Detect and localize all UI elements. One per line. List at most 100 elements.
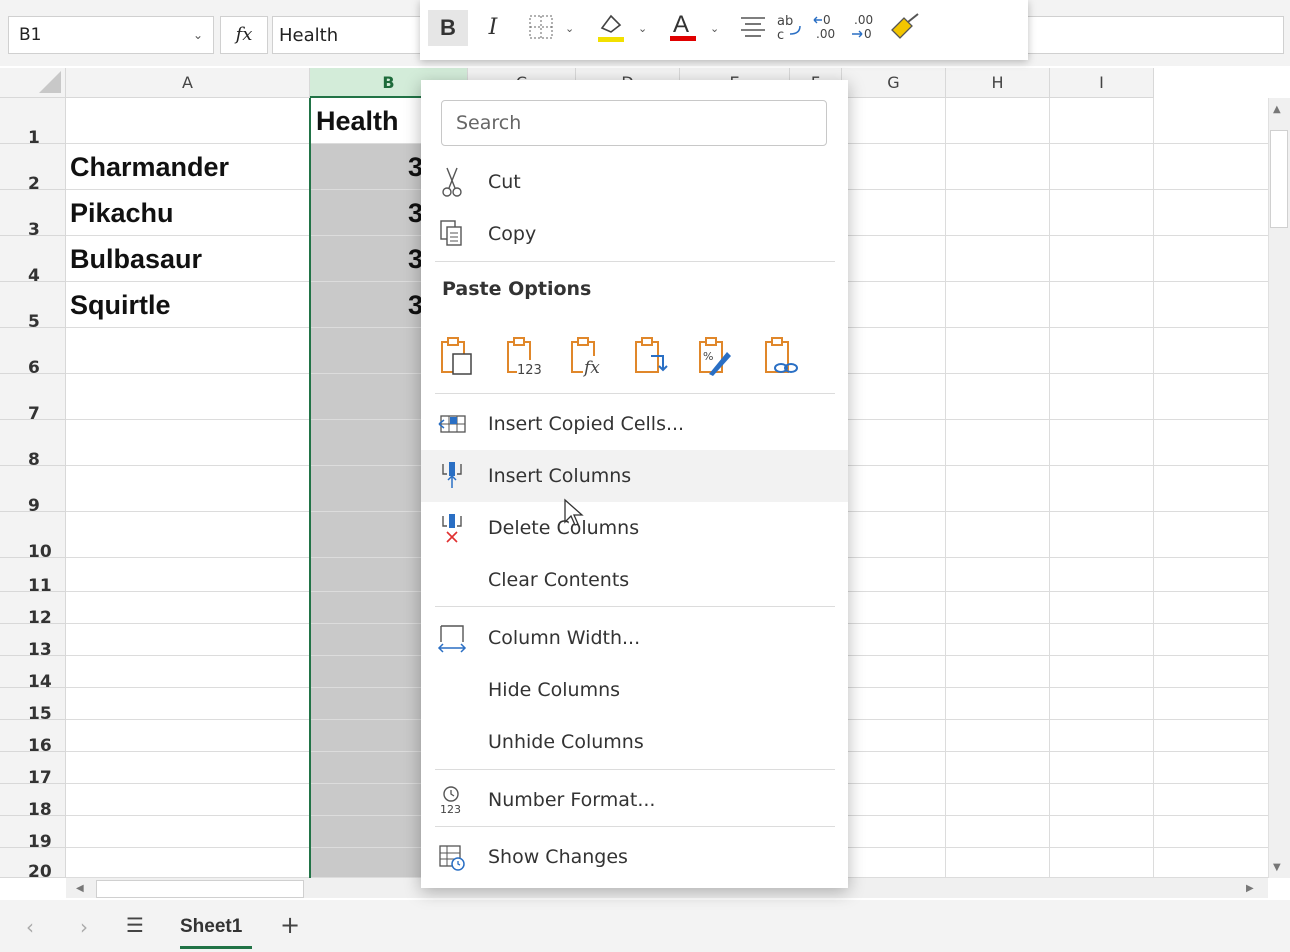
active-sheet-indicator [180,946,252,949]
row-header-17[interactable]: 17 [0,752,66,787]
menu-item-label: Hide Columns [488,679,621,701]
scroll-left-icon[interactable]: ◀ [76,883,84,894]
bold-button[interactable]: B [428,10,468,46]
column-gridline [1049,98,1050,878]
menu-item-unhide-columns[interactable]: Unhide Columns [421,716,848,768]
row-header-10[interactable]: 10 [0,512,66,561]
row-header-4[interactable]: 4 [0,236,66,285]
insert-columns-icon [442,462,462,488]
paste-values-icon[interactable]: 123 [505,336,541,378]
increase-decimal-icon[interactable]: .00 0 [850,12,880,42]
sheet-tab-sheet1[interactable]: Sheet1 [180,916,242,938]
menu-item-delete-columns[interactable]: Delete Columns [421,502,848,554]
paste-formatting-icon[interactable]: % [697,336,733,378]
menu-search-input[interactable]: Search [441,100,827,146]
menu-item-show-changes[interactable]: Show Changes [421,831,848,883]
menu-item-hide-columns[interactable]: Hide Columns [421,664,848,716]
menu-separator [435,769,835,770]
row-header-3[interactable]: 3 [0,190,66,239]
menu-item-insert-columns[interactable]: Insert Columns [421,450,848,502]
menu-item-label: Unhide Columns [488,731,644,753]
align-center-icon[interactable] [740,16,766,38]
menu-item-label: Cut [488,171,521,193]
name-box-value: B1 [19,25,42,45]
svg-text:ab: ab [777,14,793,29]
row-header-1[interactable]: 1 [0,98,66,147]
wrap-text-icon[interactable]: ab c [776,12,804,42]
fill-color-icon[interactable] [596,10,626,44]
cell-a3[interactable]: Pikachu [70,198,174,229]
menu-item-clear-contents[interactable]: Clear Contents [421,554,848,606]
italic-button[interactable]: I [478,10,508,46]
row-header-16[interactable]: 16 [0,720,66,755]
vertical-scroll-thumb[interactable] [1270,130,1288,228]
chevron-down-icon[interactable]: ⌄ [193,17,203,53]
cell-a2[interactable]: Charmander [70,152,229,183]
column-header-a[interactable]: A [66,68,310,98]
row-header-14[interactable]: 14 [0,656,66,691]
scissors-icon [442,167,462,197]
svg-text:.00: .00 [816,27,835,41]
menu-item-insert-copied-cells[interactable]: Insert Copied Cells... [421,398,848,450]
add-sheet-icon[interactable]: + [280,911,300,939]
decrease-decimal-icon[interactable]: 0 .00 [812,12,842,42]
menu-item-label: Insert Copied Cells... [488,413,685,435]
menu-item-column-width[interactable]: Column Width... [421,612,848,664]
column-header-h[interactable]: H [946,68,1050,98]
row-header-9[interactable]: 9 [0,466,66,515]
chevron-down-icon[interactable]: ⌄ [710,22,719,35]
row-header-2[interactable]: 2 [0,144,66,193]
mini-toolbar: B I ⌄ ⌄ A ⌄ ab c 0 .00 .00 0 [420,0,1028,60]
scroll-down-icon[interactable]: ▼ [1273,862,1281,873]
insert-function-button[interactable]: fx [220,16,268,54]
column-header-g[interactable]: G [842,68,946,98]
scroll-up-icon[interactable]: ▲ [1273,104,1281,115]
horizontal-scroll-thumb[interactable] [96,880,304,898]
insert-copied-cells-icon [438,415,466,433]
all-sheets-menu-icon[interactable]: ☰ [126,913,144,937]
paste-link-icon[interactable] [763,336,799,378]
svg-text:123: 123 [440,803,461,816]
format-painter-icon[interactable] [888,12,920,42]
row-header-15[interactable]: 15 [0,688,66,723]
row-header-11[interactable]: 11 [0,558,66,595]
row-header-5[interactable]: 5 [0,282,66,331]
column-header-i[interactable]: I [1050,68,1154,98]
row-header-19[interactable]: 19 [0,816,66,851]
chevron-down-icon[interactable]: ⌄ [565,22,574,35]
name-box[interactable]: B1 ⌄ [8,16,214,54]
row-header-8[interactable]: 8 [0,420,66,469]
svg-text:123: 123 [517,363,541,378]
font-color-icon[interactable]: A [668,8,698,44]
chevron-down-icon[interactable]: ⌄ [638,22,647,35]
paste-transpose-icon[interactable] [633,336,669,378]
cell-a5[interactable]: Squirtle [70,290,171,321]
menu-item-cut[interactable]: Cut [421,156,848,208]
menu-separator [435,606,835,607]
next-sheet-icon[interactable]: › [80,915,88,939]
row-header-12[interactable]: 12 [0,592,66,627]
cell-b1[interactable]: Health [316,106,399,137]
paste-icon[interactable] [439,336,475,378]
copy-icon [440,220,462,246]
svg-text:fx: fx [582,358,600,378]
row-header-6[interactable]: 6 [0,328,66,377]
row-header-18[interactable]: 18 [0,784,66,819]
menu-separator [435,826,835,827]
cell-a4[interactable]: Bulbasaur [70,244,202,275]
select-all-corner[interactable] [0,68,66,98]
show-changes-icon [439,845,465,871]
svg-text:0: 0 [864,27,872,41]
column-gridline [1153,98,1154,878]
prev-sheet-icon[interactable]: ‹ [26,915,34,939]
menu-item-number-format[interactable]: 123 Number Format... [421,774,848,826]
paste-formulas-icon[interactable]: fx [569,336,605,378]
row-header-20[interactable]: 20 [0,848,66,878]
row-header-13[interactable]: 13 [0,624,66,659]
svg-text:.00: .00 [854,13,873,27]
borders-icon[interactable] [528,14,554,40]
scroll-right-icon[interactable]: ▶ [1246,883,1254,894]
menu-item-copy[interactable]: Copy [421,208,848,260]
menu-separator [435,261,835,262]
row-header-7[interactable]: 7 [0,374,66,423]
